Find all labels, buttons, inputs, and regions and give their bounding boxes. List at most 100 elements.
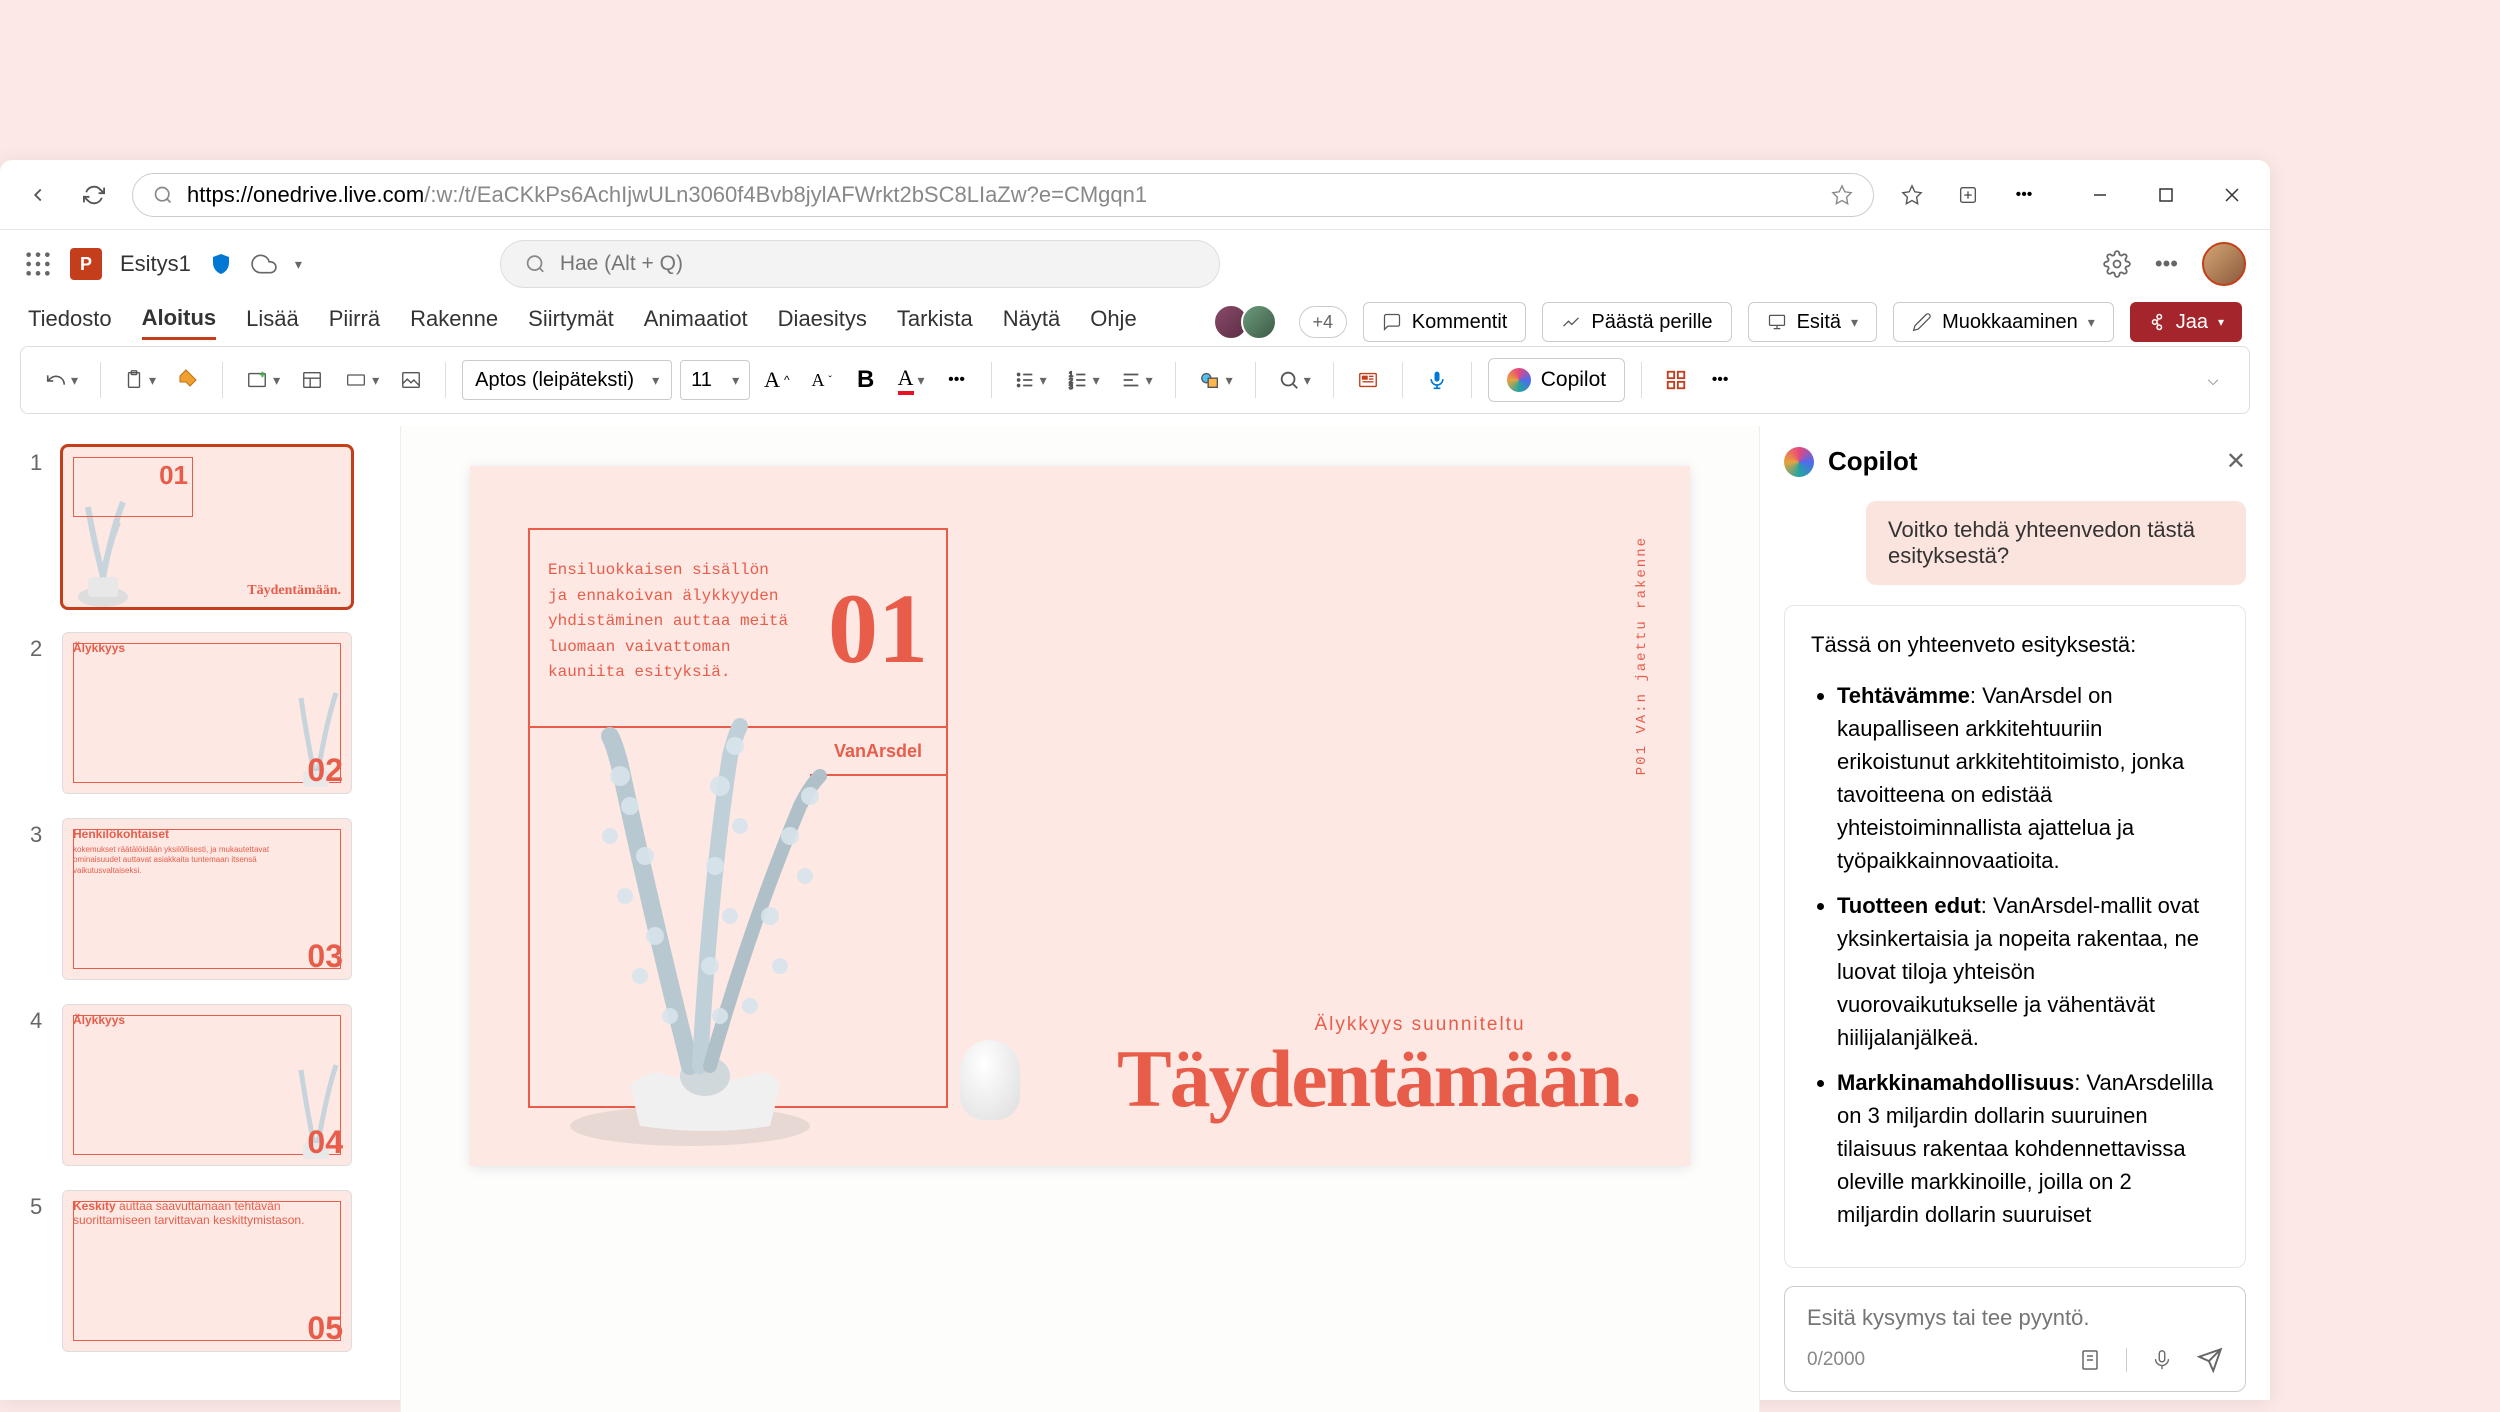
slide-thumbnail-1[interactable]: 01 Täydentämään. (62, 446, 352, 608)
slide-canvas-area[interactable]: Ensiluokkaisen sisällön ja ennakoivan äl… (400, 426, 1760, 1412)
minimize-button[interactable] (2082, 177, 2118, 213)
picture-button[interactable] (393, 358, 429, 402)
slide-thumbnail-5[interactable]: Keskity auttaa saavuttamaan tehtävän suo… (62, 1190, 352, 1352)
close-window-button[interactable] (2214, 177, 2250, 213)
app-launcher-icon[interactable] (24, 250, 52, 278)
vase-image (960, 1040, 1020, 1120)
font-family-select[interactable]: Aptos (leipäteksti)▾ (462, 360, 672, 400)
presence-avatar-2[interactable] (1241, 304, 1277, 340)
sensitivity-shield-icon[interactable] (209, 252, 233, 276)
powerpoint-icon: P (70, 248, 102, 280)
collections-button[interactable] (1950, 177, 1986, 213)
font-size-select[interactable]: 11▾ (680, 360, 750, 400)
mic-icon[interactable] (2151, 1347, 2173, 1373)
slide-thumbnail-4[interactable]: Älykkyys 04 (62, 1004, 352, 1166)
paste-button[interactable]: ▾ (117, 358, 162, 402)
send-icon[interactable] (2197, 1347, 2223, 1373)
maximize-button[interactable] (2148, 177, 2184, 213)
slide-description[interactable]: Ensiluokkaisen sisällön ja ennakoivan äl… (530, 530, 810, 726)
attachment-icon[interactable] (2078, 1348, 2102, 1372)
tab-view[interactable]: Näytä (1003, 306, 1060, 338)
copilot-title: Copilot (1828, 446, 1918, 477)
toolbar-more-button[interactable]: ••• (1702, 358, 1738, 402)
document-name[interactable]: Esitys1 (120, 251, 191, 277)
header-more-button[interactable]: ••• (2155, 251, 2178, 277)
main-area: 1 01 Täydentämään. 2 Älykkyys 02 (0, 426, 2270, 1412)
search-box[interactable] (500, 240, 1220, 288)
copilot-toolbar-button[interactable]: Copilot (1488, 358, 1625, 402)
slide-canvas[interactable]: Ensiluokkaisen sisällön ja ennakoivan äl… (470, 466, 1690, 1166)
tab-home[interactable]: Aloitus (142, 305, 217, 340)
search-icon (153, 185, 173, 205)
slide-number-large[interactable]: 01 (810, 530, 946, 726)
font-more-button[interactable]: ••• (939, 358, 975, 402)
dictate-button[interactable] (1419, 358, 1455, 402)
tab-draw[interactable]: Piirrä (329, 306, 380, 338)
shrink-font-button[interactable]: Aˇ (804, 358, 840, 402)
presence-avatars[interactable] (1221, 304, 1277, 340)
doc-menu-chevron[interactable]: ▾ (295, 256, 302, 273)
tab-insert[interactable]: Lisää (246, 306, 299, 338)
thumb-number: 5 (30, 1190, 48, 1352)
browser-more-button[interactable]: ••• (2006, 177, 2042, 213)
copilot-input[interactable] (1807, 1305, 2223, 1331)
tab-help[interactable]: Ohje (1090, 306, 1136, 338)
align-button[interactable]: ▾ (1114, 358, 1159, 402)
favorite-icon[interactable] (1831, 184, 1853, 206)
copilot-input-box[interactable]: 0/2000 (1784, 1286, 2246, 1392)
bullets-button[interactable]: ▾ (1008, 358, 1053, 402)
ribbon-tabs: Tiedosto Aloitus Lisää Piirrä Rakenne Si… (0, 298, 2270, 346)
present-button[interactable]: Esitä▾ (1748, 302, 1878, 342)
slide-side-label: P01 VA:n jaettu rakenne (1634, 536, 1650, 775)
refresh-button[interactable] (76, 177, 112, 213)
slide-thumbnail-2[interactable]: Älykkyys 02 (62, 632, 352, 794)
layout-button[interactable] (294, 358, 330, 402)
share-button[interactable]: Jaa▾ (2130, 302, 2242, 342)
tab-transitions[interactable]: Siirtymät (528, 306, 614, 338)
slide-title[interactable]: Täydentämään. (1117, 1032, 1640, 1126)
tab-design[interactable]: Rakenne (410, 306, 498, 338)
copilot-response: Tässä on yhteenveto esityksestä: Tehtävä… (1784, 605, 2246, 1268)
tab-slideshow[interactable]: Diaesitys (778, 306, 867, 338)
catchup-button[interactable]: Päästä perille (1542, 302, 1731, 342)
editing-mode-button[interactable]: Muokkaaminen▾ (1893, 302, 2114, 342)
home-toolbar: ▾ ▾ ▾ ▾ Aptos (leipäteksti)▾ 11▾ A^ Aˇ B… (20, 346, 2250, 414)
svg-text:3: 3 (1068, 382, 1072, 391)
saved-cloud-icon[interactable] (251, 251, 277, 277)
thumb-number: 2 (30, 632, 48, 794)
designer-button[interactable] (1350, 358, 1386, 402)
search-icon (525, 253, 546, 275)
bold-button[interactable]: B (848, 358, 884, 402)
url-text: https://onedrive.live.com/:w:/t/EaCKkPs6… (187, 182, 1817, 208)
tab-file[interactable]: Tiedosto (28, 306, 112, 338)
tab-animations[interactable]: Animaatiot (644, 306, 748, 338)
user-avatar[interactable] (2202, 242, 2246, 286)
grow-font-button[interactable]: A^ (758, 358, 796, 402)
url-bar[interactable]: https://onedrive.live.com/:w:/t/EaCKkPs6… (132, 173, 1874, 217)
ribbon-collapse-button[interactable]: ⌵ (2195, 358, 2231, 402)
settings-gear-icon[interactable] (2103, 250, 2131, 278)
search-input[interactable] (560, 252, 1195, 276)
comments-button[interactable]: Kommentit (1363, 302, 1527, 342)
undo-button[interactable]: ▾ (39, 358, 84, 402)
format-painter-button[interactable] (170, 358, 206, 402)
new-slide-button[interactable]: ▾ (239, 358, 286, 402)
presence-more[interactable]: +4 (1299, 306, 1347, 338)
copilot-logo-icon (1784, 447, 1814, 477)
slide-thumbnail-3[interactable]: Henkilökohtaiset kokemukset räätälöidään… (62, 818, 352, 980)
favorites-button[interactable] (1894, 177, 1930, 213)
app-header: P Esitys1 ▾ ••• (0, 230, 2270, 298)
slide-options-button[interactable]: ▾ (338, 358, 385, 402)
grid-view-button[interactable] (1658, 358, 1694, 402)
thumb-number: 1 (30, 446, 48, 608)
find-button[interactable]: ▾ (1272, 358, 1317, 402)
thumb-number: 3 (30, 818, 48, 980)
back-button[interactable] (20, 177, 56, 213)
numbering-button[interactable]: 123▾ (1061, 358, 1106, 402)
tab-review[interactable]: Tarkista (897, 306, 973, 338)
copilot-char-counter: 0/2000 (1807, 1349, 1865, 1371)
browser-window: https://onedrive.live.com/:w:/t/EaCKkPs6… (0, 160, 2270, 1400)
font-color-button[interactable]: A▾ (892, 358, 931, 402)
shapes-button[interactable]: ▾ (1192, 358, 1239, 402)
close-pane-button[interactable]: ✕ (2226, 447, 2246, 476)
